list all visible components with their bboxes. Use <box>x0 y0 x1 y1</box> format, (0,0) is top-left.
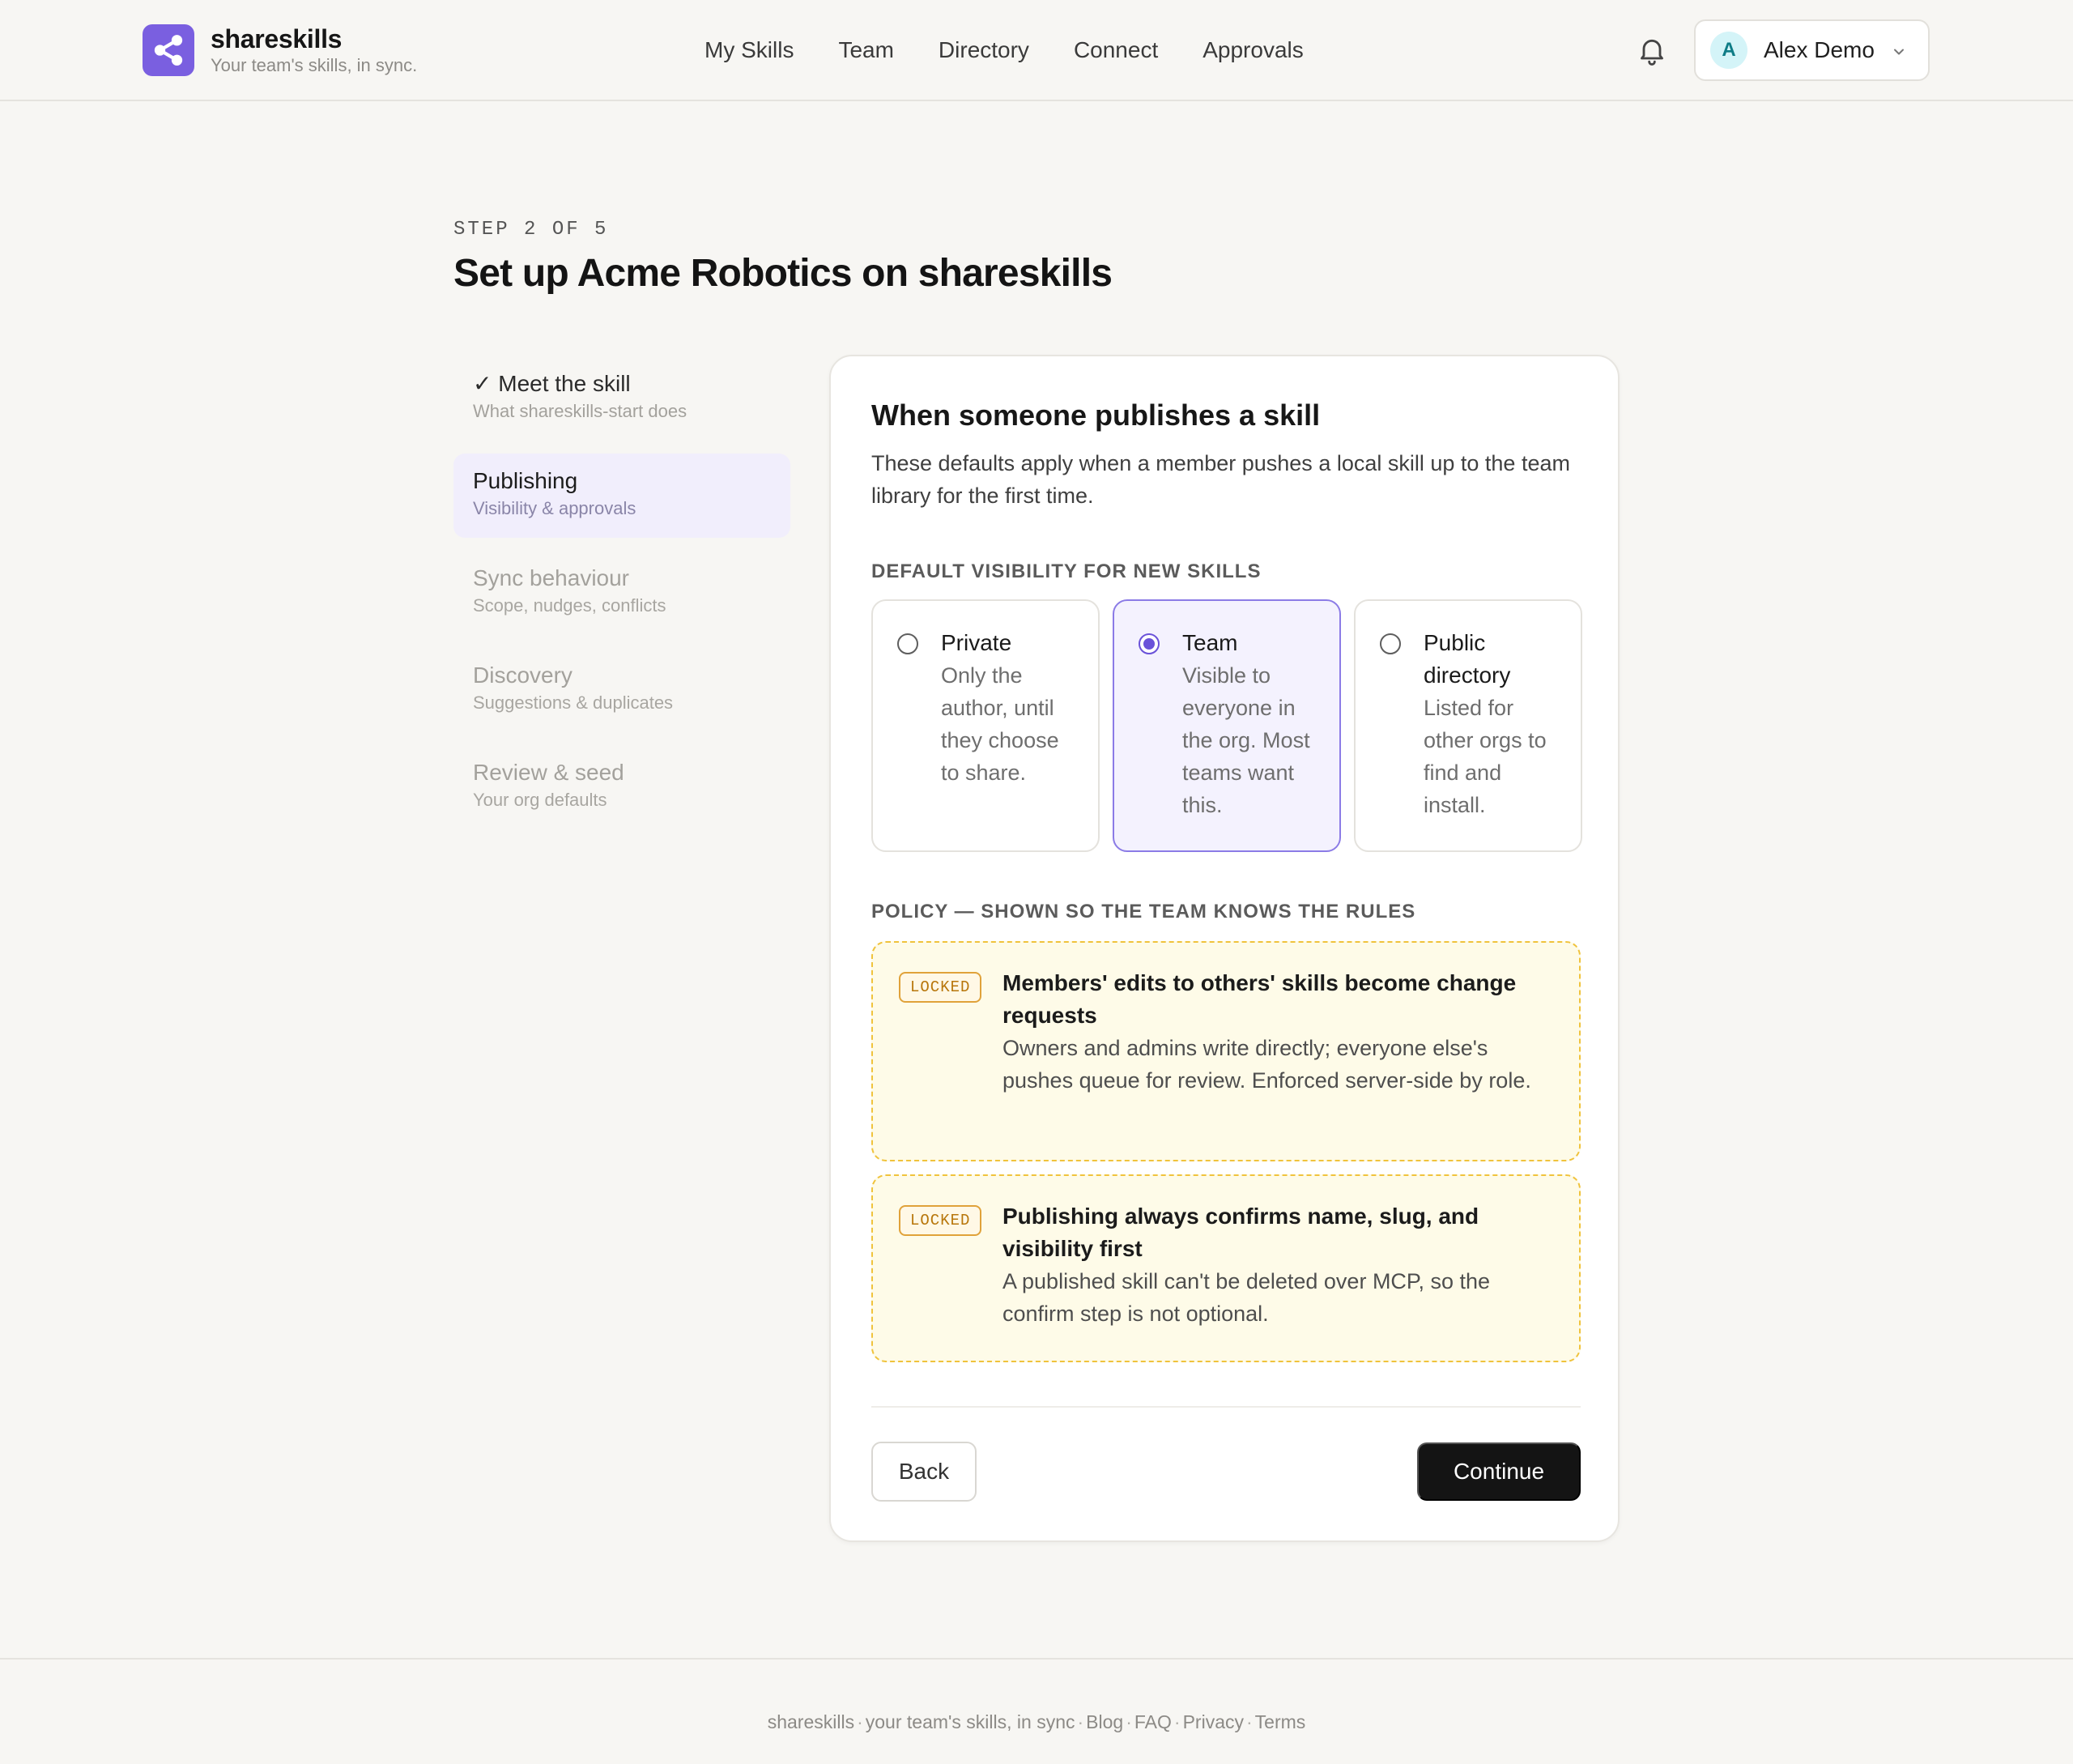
nav-directory[interactable]: Directory <box>939 32 1029 68</box>
step-meet-the-skill[interactable]: ✓ Meet the skill What shareskills-start … <box>453 356 790 441</box>
option-title: Public directory <box>1424 630 1511 688</box>
footer-links: shareskills · your team's skills, in sync ·… <box>767 1711 1306 1732</box>
visibility-option-private[interactable]: Private Only the author, until they choo… <box>871 599 1100 852</box>
option-title: Team <box>1182 630 1238 655</box>
footer: shareskills · your team's skills, in sync ·… <box>0 1658 2073 1764</box>
step-sync-behaviour[interactable]: Sync behaviour Scope, nudges, conflicts <box>453 551 790 635</box>
brand-tagline: Your team's skills, in sync. <box>211 55 418 75</box>
step-title: Sync behaviour <box>473 565 630 590</box>
visibility-option-public-directory[interactable]: Public directory Listed for other orgs t… <box>1354 599 1582 852</box>
footer-brand: shareskills <box>767 1711 855 1732</box>
footer-link-privacy[interactable]: Privacy <box>1183 1711 1244 1732</box>
step-indicator: STEP 2 OF 5 <box>453 219 609 241</box>
policy-section-label: POLICY — SHOWN SO THE TEAM KNOWS THE RUL… <box>871 901 1416 922</box>
policy-publish-confirm: LOCKED Publishing always confirms name, … <box>871 1174 1581 1362</box>
divider <box>871 1406 1581 1408</box>
back-button[interactable]: Back <box>871 1442 977 1502</box>
nav-my-skills[interactable]: My Skills <box>704 32 794 68</box>
option-title: Private <box>941 630 1012 655</box>
locked-badge: LOCKED <box>899 972 982 1003</box>
user-name: Alex Demo <box>1764 37 1875 62</box>
footer-tagline: your team's skills, in sync <box>865 1711 1075 1732</box>
main-nav: My Skills Team Directory Connect Approva… <box>704 32 1348 68</box>
setup-steps: ✓ Meet the skill What shareskills-start … <box>453 356 790 842</box>
option-description: Only the author, until they choose to sh… <box>941 663 1059 785</box>
chevron-down-icon <box>1891 44 1907 60</box>
policy-change-requests: LOCKED Members' edits to others' skills … <box>871 941 1581 1161</box>
step-title: Review & seed <box>473 760 624 785</box>
user-menu[interactable]: A Alex Demo <box>1694 19 1930 81</box>
step-subtitle: Your org defaults <box>473 790 607 810</box>
top-bar: shareskills Your team's skills, in sync.… <box>0 0 2073 101</box>
step-title: Publishing <box>473 468 578 493</box>
brand[interactable]: shareskills Your team's skills, in sync. <box>143 23 417 77</box>
footer-link-faq[interactable]: FAQ <box>1134 1711 1172 1732</box>
radio-private[interactable] <box>897 633 918 654</box>
brand-name: shareskills <box>211 24 343 53</box>
card-description: These defaults apply when a member pushe… <box>871 451 1570 508</box>
nav-team[interactable]: Team <box>838 32 893 68</box>
visibility-section-label: DEFAULT VISIBILITY FOR NEW SKILLS <box>871 560 1262 582</box>
policy-title: Members' edits to others' skills become … <box>1002 970 1517 1028</box>
card-title: When someone publishes a skill <box>871 398 1321 432</box>
option-description: Listed for other orgs to find and instal… <box>1424 696 1547 817</box>
avatar: A <box>1710 32 1747 69</box>
footer-link-blog[interactable]: Blog <box>1086 1711 1123 1732</box>
bell-icon[interactable] <box>1636 34 1668 66</box>
step-subtitle: Visibility & approvals <box>473 498 636 518</box>
footer-link-terms[interactable]: Terms <box>1255 1711 1306 1732</box>
publishing-card: When someone publishes a skill These def… <box>829 355 1620 1542</box>
radio-public-directory[interactable] <box>1380 633 1401 654</box>
visibility-option-team[interactable]: Team Visible to everyone in the org. Mos… <box>1113 599 1341 852</box>
option-description: Visible to everyone in the org. Most tea… <box>1182 663 1310 817</box>
step-review-and-seed[interactable]: Review & seed Your org defaults <box>453 745 790 829</box>
visibility-options: Private Only the author, until they choo… <box>871 599 1582 852</box>
page-title: Set up Acme Robotics on shareskills <box>453 252 1113 295</box>
step-title: ✓ Meet the skill <box>473 371 631 396</box>
policy-description: A published skill can't be deleted over … <box>1002 1269 1491 1326</box>
step-subtitle: Scope, nudges, conflicts <box>473 595 666 616</box>
step-subtitle: Suggestions & duplicates <box>473 692 674 713</box>
share-icon <box>143 24 194 76</box>
continue-button[interactable]: Continue <box>1417 1442 1581 1501</box>
nav-approvals[interactable]: Approvals <box>1203 32 1304 68</box>
radio-team[interactable] <box>1139 633 1160 654</box>
nav-connect[interactable]: Connect <box>1074 32 1158 68</box>
policy-description: Owners and admins write directly; everyo… <box>1002 1036 1531 1093</box>
step-subtitle: What shareskills-start does <box>473 401 687 421</box>
step-discovery[interactable]: Discovery Suggestions & duplicates <box>453 648 790 732</box>
step-publishing[interactable]: Publishing Visibility & approvals <box>453 454 790 538</box>
policy-title: Publishing always confirms name, slug, a… <box>1002 1204 1479 1261</box>
locked-badge: LOCKED <box>899 1205 982 1236</box>
step-title: Discovery <box>473 663 573 688</box>
